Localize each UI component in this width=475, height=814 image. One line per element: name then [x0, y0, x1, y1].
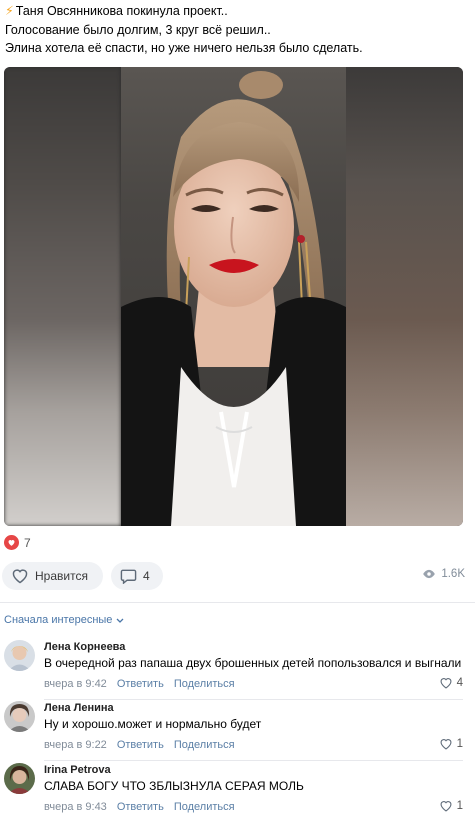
comment-item: Лена Ленина Ну и хорошо.может и нормальн…	[0, 701, 475, 761]
reactions-summary[interactable]: 7	[4, 535, 31, 550]
heart-outline-icon	[440, 801, 452, 812]
comment-text: В очередной раз папаша двух брошенных де…	[44, 656, 462, 670]
share-link[interactable]: Поделиться	[174, 801, 235, 813]
heart-outline-icon	[12, 569, 28, 584]
share-link[interactable]: Поделиться	[174, 739, 235, 751]
comment-author[interactable]: Лена Ленина	[44, 702, 114, 714]
comment-like-count: 1	[456, 738, 463, 750]
avatar[interactable]	[4, 640, 35, 671]
comment-time[interactable]: вчера в 9:22	[44, 739, 107, 751]
comment-like-count: 1	[456, 800, 463, 812]
heart-outline-icon	[440, 739, 452, 750]
comment-item: Irina Petrova СЛАВА БОГУ ЧТО ЗБЛЫЗНУЛА С…	[0, 763, 475, 814]
comment-meta: вчера в 9:43 Ответить Поделиться	[44, 801, 235, 813]
comment-item: Лена Корнеева В очередной раз папаша дву…	[0, 640, 475, 700]
heart-outline-icon	[440, 678, 452, 689]
comment-time[interactable]: вчера в 9:43	[44, 801, 107, 813]
comments-button[interactable]: 4	[111, 562, 163, 590]
comment-text: Ну и хорошо.может и нормально будет	[44, 717, 262, 731]
avatar[interactable]	[4, 701, 35, 732]
comment-like-count: 4	[456, 677, 463, 689]
like-label: Нравится	[35, 569, 88, 583]
portrait-image	[121, 67, 346, 526]
comment-author[interactable]: Irina Petrova	[44, 764, 111, 776]
avatar[interactable]	[4, 763, 35, 794]
post-text: ⚡ Таня Овсянникова покинула проект.. Голо…	[5, 2, 470, 58]
comment-separator	[44, 699, 463, 700]
lightning-icon: ⚡	[5, 4, 14, 18]
photo-blur-left	[4, 67, 121, 526]
comment-meta: вчера в 9:22 Ответить Поделиться	[44, 739, 235, 751]
reply-link[interactable]: Ответить	[117, 739, 164, 751]
like-button[interactable]: Нравится	[2, 562, 103, 590]
photo-blur-right	[346, 67, 463, 526]
chevron-down-icon	[116, 618, 124, 623]
comment-meta: вчера в 9:42 Ответить Поделиться	[44, 678, 235, 690]
comments-count: 4	[143, 569, 150, 583]
eye-icon	[423, 569, 436, 579]
comment-like-button[interactable]: 4	[439, 677, 463, 689]
views-count: 1.6K	[441, 568, 465, 580]
post-text-line-1: ⚡ Таня Овсянникова покинула проект..	[5, 2, 470, 21]
comment-like-button[interactable]: 1	[439, 738, 463, 750]
post-line-1-text: Таня Овсянникова покинула проект..	[15, 4, 228, 18]
comment-time[interactable]: вчера в 9:42	[44, 678, 107, 690]
post-text-line-3: Элина хотела её спасти, но уже ничего не…	[5, 41, 363, 55]
heart-reaction-icon	[4, 535, 19, 550]
comment-separator	[44, 760, 463, 761]
reply-link[interactable]: Ответить	[117, 801, 164, 813]
reply-link[interactable]: Ответить	[117, 678, 164, 690]
comment-text: СЛАВА БОГУ ЧТО ЗБЛЫЗНУЛА СЕРАЯ МОЛЬ	[44, 779, 304, 793]
comment-like-button[interactable]: 1	[439, 800, 463, 812]
post-photo[interactable]	[4, 67, 463, 526]
divider	[0, 602, 475, 603]
sort-label: Сначала интересные	[4, 614, 113, 626]
views-counter: 1.6K	[422, 568, 465, 580]
comments-sort-dropdown[interactable]: Сначала интересные	[4, 614, 124, 626]
comment-icon	[120, 569, 137, 584]
post-actions: Нравится 4 1.6K	[2, 562, 470, 590]
post-text-line-2: Голосование было долгим, 3 круг всё реши…	[5, 22, 271, 37]
share-link[interactable]: Поделиться	[174, 678, 235, 690]
reactions-count: 7	[24, 535, 31, 550]
comment-author[interactable]: Лена Корнеева	[44, 641, 125, 653]
